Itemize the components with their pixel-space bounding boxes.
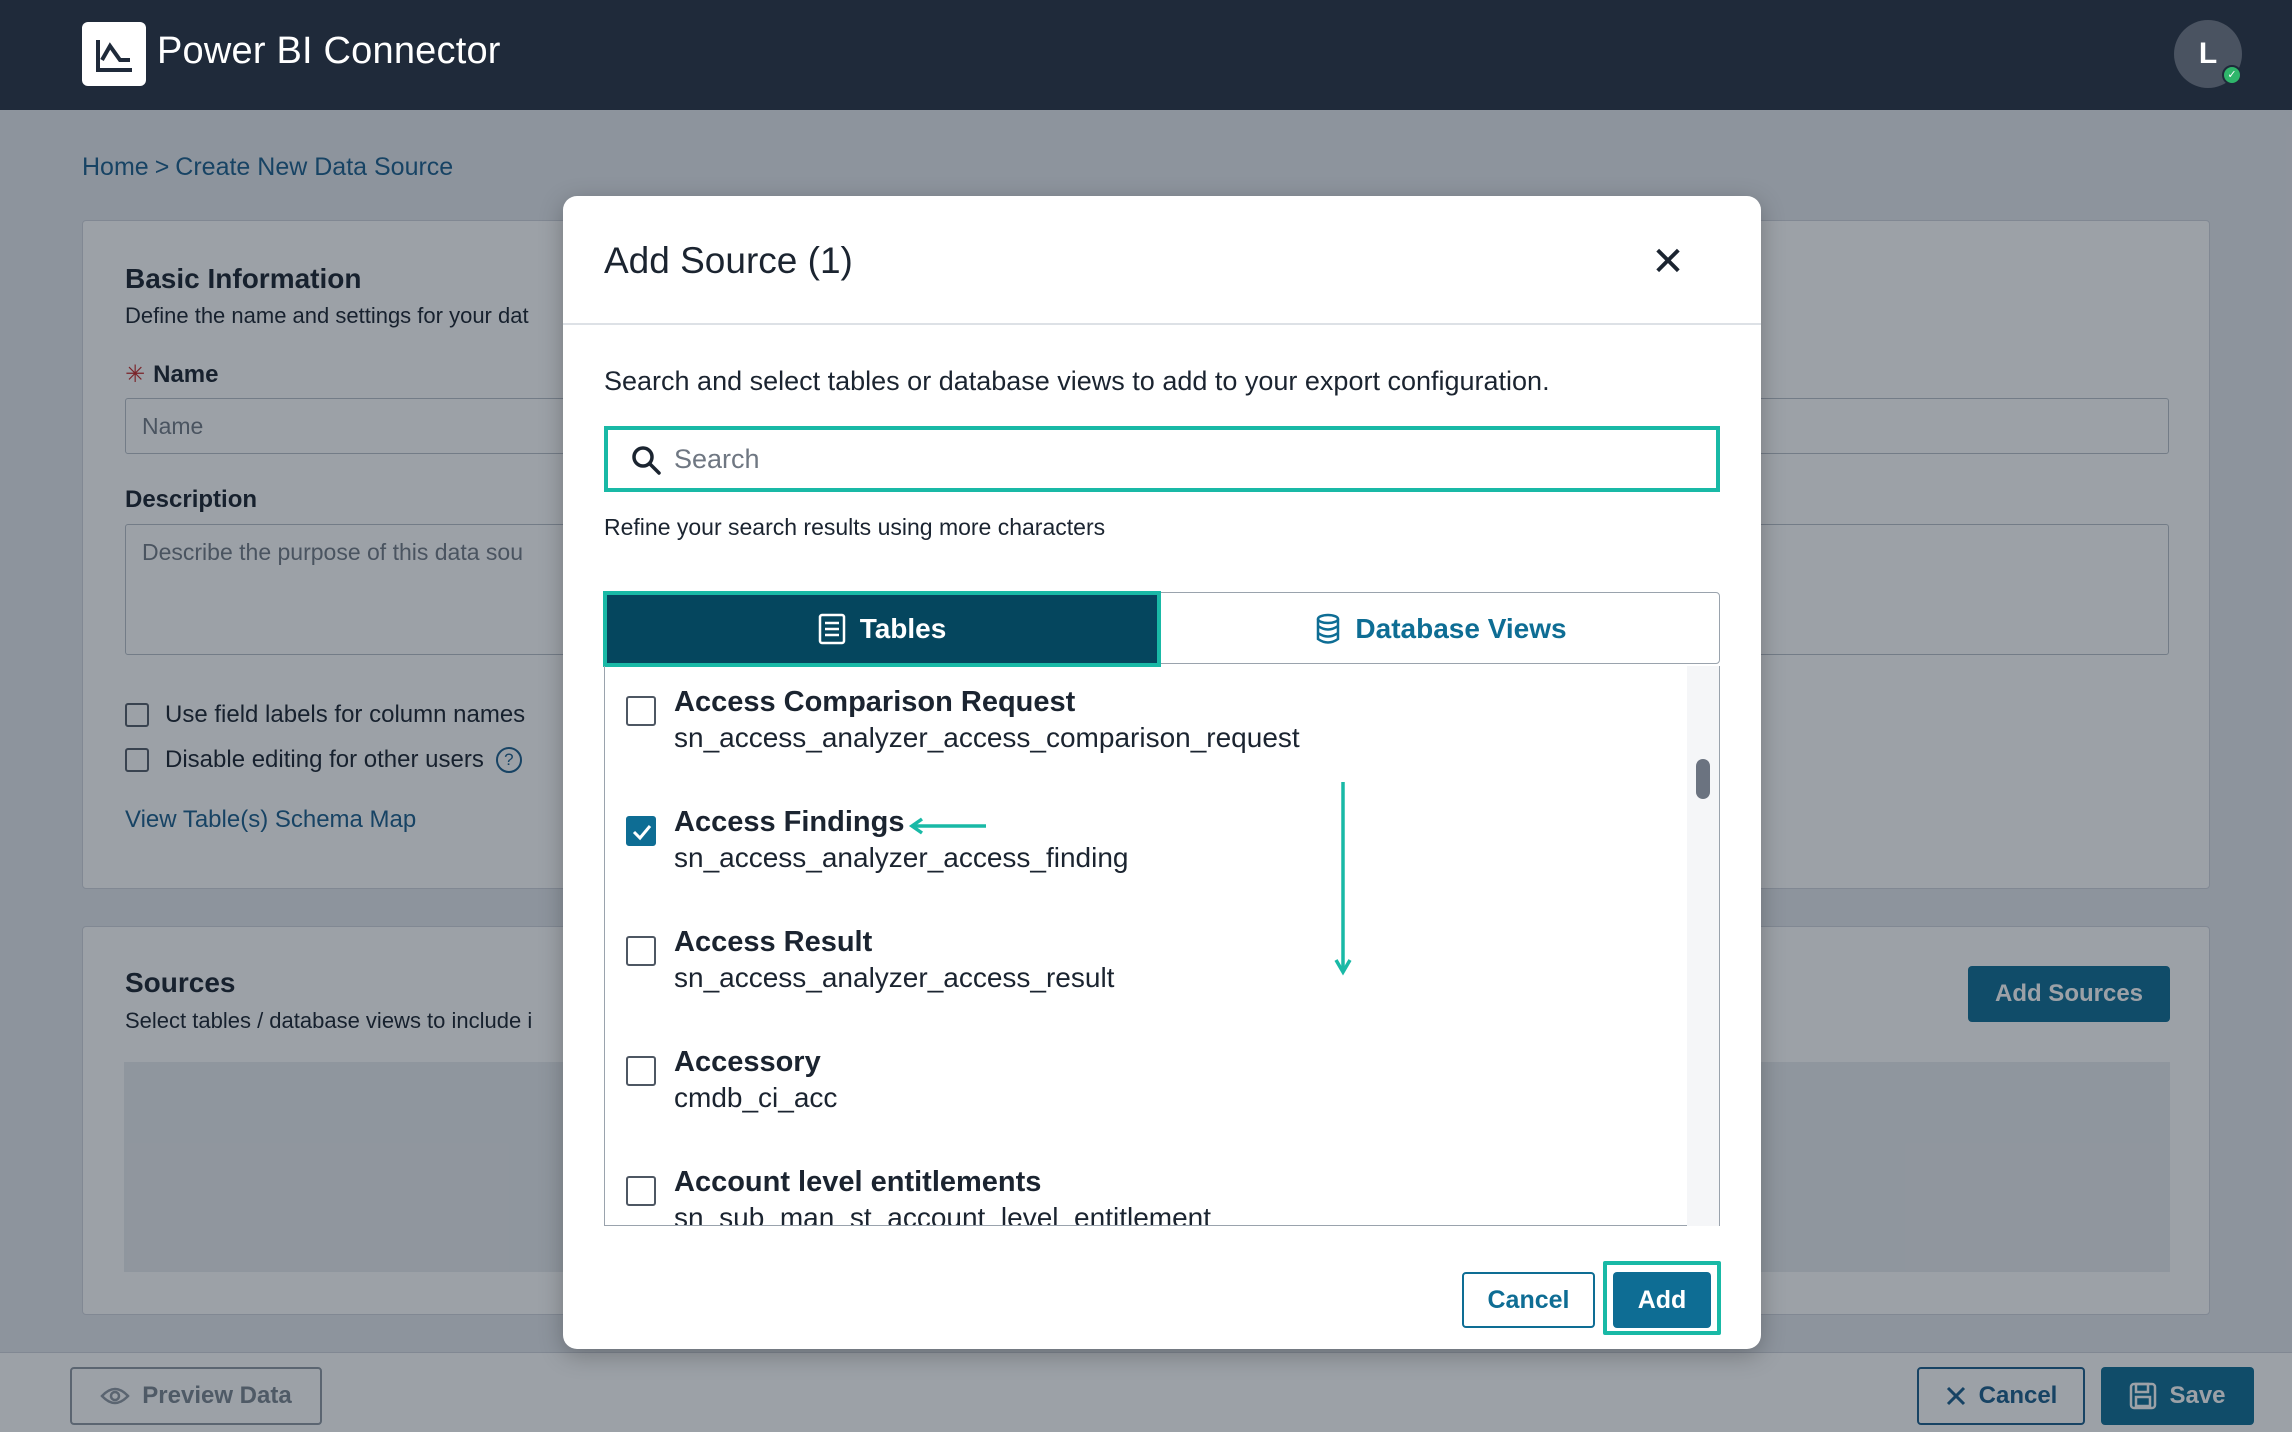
item-code: sn_sub_man_st_account_level_entitlement <box>674 1202 1212 1226</box>
online-status-icon: ✓ <box>2222 65 2242 85</box>
refine-hint: Refine your search results using more ch… <box>604 514 1106 540</box>
arrow-down-icon <box>1334 782 1352 976</box>
list-item[interactable]: Access Findings sn_access_analyzer_acces… <box>605 786 1685 906</box>
item-checkbox[interactable] <box>626 696 656 726</box>
item-name: Account level entitlements <box>674 1166 1042 1198</box>
close-icon[interactable]: ✕ <box>1648 242 1688 282</box>
list-item[interactable]: Access Result sn_access_analyzer_access_… <box>605 906 1685 1026</box>
list-item[interactable]: Account level entitlements sn_sub_man_st… <box>605 1146 1685 1226</box>
top-app-bar: Power BI Connector L ✓ <box>0 0 2292 110</box>
search-input[interactable] <box>674 440 1694 478</box>
search-field[interactable] <box>604 426 1720 492</box>
dialog-add-button[interactable]: Add <box>1613 1272 1711 1328</box>
item-code: sn_access_analyzer_access_comparison_req… <box>674 722 1300 753</box>
arrow-left-icon <box>908 817 986 835</box>
tab-database-views[interactable]: Database Views <box>1161 591 1721 667</box>
item-name: Access Comparison Request <box>674 686 1076 718</box>
list-item[interactable]: Accessory cmdb_ci_acc <box>605 1026 1685 1146</box>
item-code: cmdb_ci_acc <box>674 1082 838 1113</box>
dialog-cancel-button[interactable]: Cancel <box>1462 1272 1595 1328</box>
app-logo[interactable] <box>82 22 146 86</box>
checkmark-icon <box>632 825 652 841</box>
item-checkbox[interactable] <box>626 816 656 846</box>
database-icon <box>1317 613 1340 644</box>
list-item[interactable]: Access Comparison Request sn_access_anal… <box>605 666 1685 786</box>
list-scrollbar-thumb[interactable] <box>1696 759 1710 799</box>
source-type-tabs: Tables Database Views <box>603 591 1721 667</box>
item-name: Accessory <box>674 1046 821 1078</box>
item-name: Access Findings <box>674 806 905 838</box>
dialog-title: Add Source (1) <box>604 240 853 281</box>
item-code: sn_access_analyzer_access_result <box>674 962 1115 993</box>
item-name: Access Result <box>674 926 873 958</box>
chart-line-icon <box>96 40 132 72</box>
table-list-icon <box>818 613 845 645</box>
list-scrollbar[interactable] <box>1687 666 1719 1226</box>
add-source-dialog: Add Source (1) ✕ Search and select table… <box>563 196 1761 1349</box>
source-results-list: Access Comparison Request sn_access_anal… <box>604 666 1720 1226</box>
search-icon <box>632 446 661 475</box>
item-code: sn_access_analyzer_access_finding <box>674 842 1129 873</box>
dialog-description: Search and select tables or database vie… <box>604 366 1550 396</box>
item-checkbox[interactable] <box>626 1176 656 1206</box>
dialog-divider <box>563 323 1761 325</box>
item-checkbox[interactable] <box>626 1056 656 1086</box>
app-title: Power BI Connector <box>157 30 501 72</box>
tab-tables[interactable]: Tables <box>603 591 1161 667</box>
item-checkbox[interactable] <box>626 936 656 966</box>
